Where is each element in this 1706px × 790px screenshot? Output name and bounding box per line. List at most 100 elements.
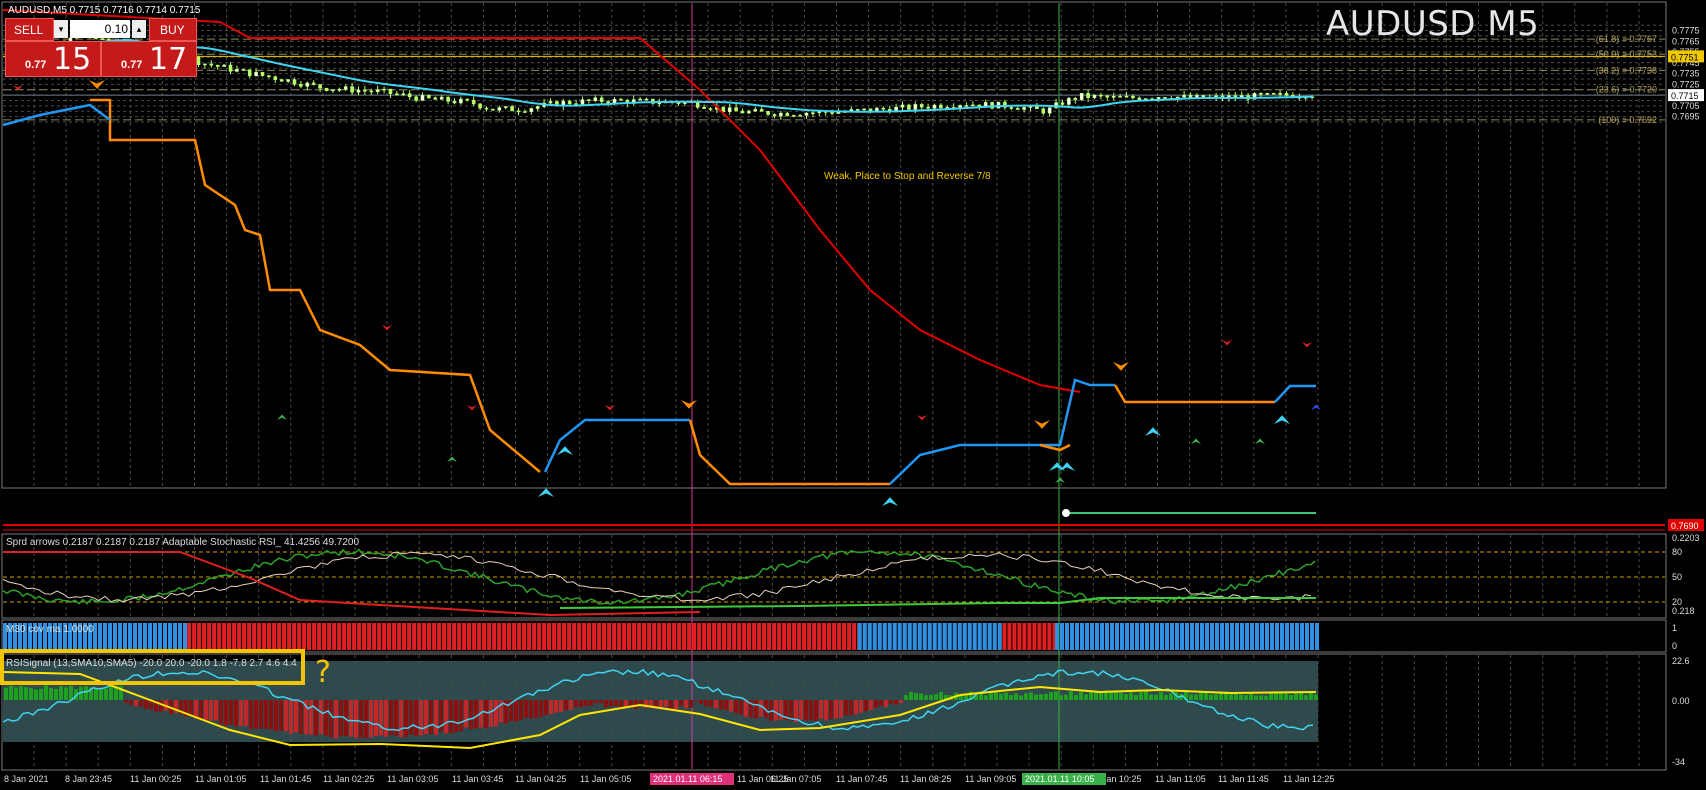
cov-bar xyxy=(327,623,332,650)
rsi-histogram-bar xyxy=(264,700,268,729)
candle-body xyxy=(638,98,642,101)
buy-button[interactable]: BUY xyxy=(149,18,197,41)
cov-bar xyxy=(1125,623,1129,650)
candle-body xyxy=(913,104,918,110)
candle-body xyxy=(491,108,495,111)
candle-body xyxy=(747,110,751,114)
cov-bar xyxy=(1190,623,1194,650)
cov-bar xyxy=(562,623,567,650)
cov-bar xyxy=(1047,623,1052,650)
cov-bar xyxy=(622,623,627,650)
candle-body xyxy=(414,96,418,101)
rsi-histogram-bar xyxy=(354,700,358,738)
cov-bar xyxy=(352,623,357,650)
cov-bar xyxy=(1260,623,1264,650)
rsi-histogram-bar xyxy=(284,700,288,732)
rsi-histogram-bar xyxy=(454,700,458,732)
candle-body xyxy=(196,56,201,66)
candle-body xyxy=(503,106,508,108)
candle-body xyxy=(657,102,662,105)
rsi-histogram-bar xyxy=(529,700,533,719)
cov-bar xyxy=(597,623,602,650)
sell-button[interactable]: SELL xyxy=(5,18,54,41)
fib-label: (100) = 0.7692 xyxy=(1598,115,1657,125)
rsi-histogram-bar xyxy=(659,700,663,708)
cov-bar xyxy=(1105,623,1109,650)
target-dot xyxy=(1062,509,1070,517)
cov-bar xyxy=(812,623,817,650)
rsi-histogram-bar xyxy=(604,700,608,708)
rsi-histogram-bar xyxy=(224,700,228,726)
rsi-histogram-bar xyxy=(1049,692,1053,700)
buy-price-button[interactable]: 0.77 17 xyxy=(101,41,197,77)
candle-body xyxy=(1278,92,1282,95)
rsi-histogram-bar xyxy=(409,700,413,735)
rsi-histogram-bar xyxy=(1259,695,1263,700)
one-click-trade-panel: SELL ▾ 0.10 ▴ BUY 0.77 15 0.77 17 xyxy=(5,18,197,78)
cov-bar xyxy=(977,623,982,650)
rsi-histogram-bar xyxy=(934,694,938,700)
candle-body xyxy=(228,64,233,72)
cov-bar xyxy=(1275,623,1279,650)
lot-decrease-button[interactable]: ▾ xyxy=(54,20,68,38)
cov-bar xyxy=(183,623,187,650)
candle-body xyxy=(247,69,252,77)
cov-bar xyxy=(822,623,827,650)
time-axis-label: 11 Jan 07:05 xyxy=(770,774,821,784)
rsi-histogram-bar xyxy=(1139,692,1143,700)
price-axis-label: 0.7695 xyxy=(1672,112,1700,122)
rsi-histogram-bar xyxy=(1199,692,1203,700)
lot-size-input[interactable]: 0.10 xyxy=(70,20,130,38)
fib-label: (50.0) = 0.7753 xyxy=(1596,49,1657,59)
rsi-histogram-bar xyxy=(1189,694,1193,700)
candle-body xyxy=(510,106,514,112)
cov-bar xyxy=(867,623,872,650)
rsi-histogram-bar xyxy=(124,700,128,703)
rsi-histogram-bar xyxy=(1244,695,1248,700)
candle-body xyxy=(1265,92,1270,95)
rsi-histogram-bar xyxy=(1069,691,1073,700)
rsi-histogram-bar xyxy=(334,700,338,739)
cov-bar xyxy=(1195,623,1199,650)
time-axis-label: 11 Jan 04:25 xyxy=(515,774,566,784)
candle-body xyxy=(766,111,770,115)
time-axis-label: 11 Jan 09:05 xyxy=(965,774,1016,784)
candle-body xyxy=(497,107,502,111)
rsi-histogram-bar xyxy=(289,700,293,734)
candle-body xyxy=(587,99,591,101)
candle-body xyxy=(465,98,470,101)
cov-bar xyxy=(577,623,582,650)
cov-bar xyxy=(882,623,887,650)
candle-body xyxy=(523,111,527,113)
rsi-histogram-bar xyxy=(709,700,713,708)
sell-price-button[interactable]: 0.77 15 xyxy=(5,41,101,77)
rsi-histogram-bar xyxy=(34,689,38,700)
cov-bar xyxy=(537,623,542,650)
cov-bar xyxy=(467,623,472,650)
candle-body xyxy=(779,112,783,117)
cov-bar xyxy=(762,623,767,650)
candle-body xyxy=(350,86,354,93)
rsi-histogram-bar xyxy=(1134,694,1138,700)
cov-bar xyxy=(637,623,642,650)
lot-increase-button[interactable]: ▴ xyxy=(132,20,146,38)
cov-bar xyxy=(412,623,417,650)
rsi-histogram-bar xyxy=(989,692,993,700)
rsi-histogram-bar xyxy=(564,700,568,710)
cov-bar xyxy=(317,623,322,650)
cov-bar xyxy=(517,623,522,650)
cov-bar xyxy=(128,623,132,650)
cov-bar xyxy=(497,623,502,650)
rsi-histogram-bar xyxy=(1254,695,1258,700)
rsi-histogram-bar xyxy=(1289,694,1293,700)
rsi-histogram-bar xyxy=(1059,695,1063,700)
cov-bar xyxy=(232,623,237,650)
candle-body xyxy=(241,69,246,71)
cov-bar xyxy=(757,623,762,650)
cov-bar xyxy=(1185,623,1189,650)
candle-body xyxy=(337,88,342,91)
cov-bar xyxy=(827,623,832,650)
cov-bar xyxy=(148,623,152,650)
cov-bar xyxy=(697,623,702,650)
candle-body xyxy=(862,108,866,111)
